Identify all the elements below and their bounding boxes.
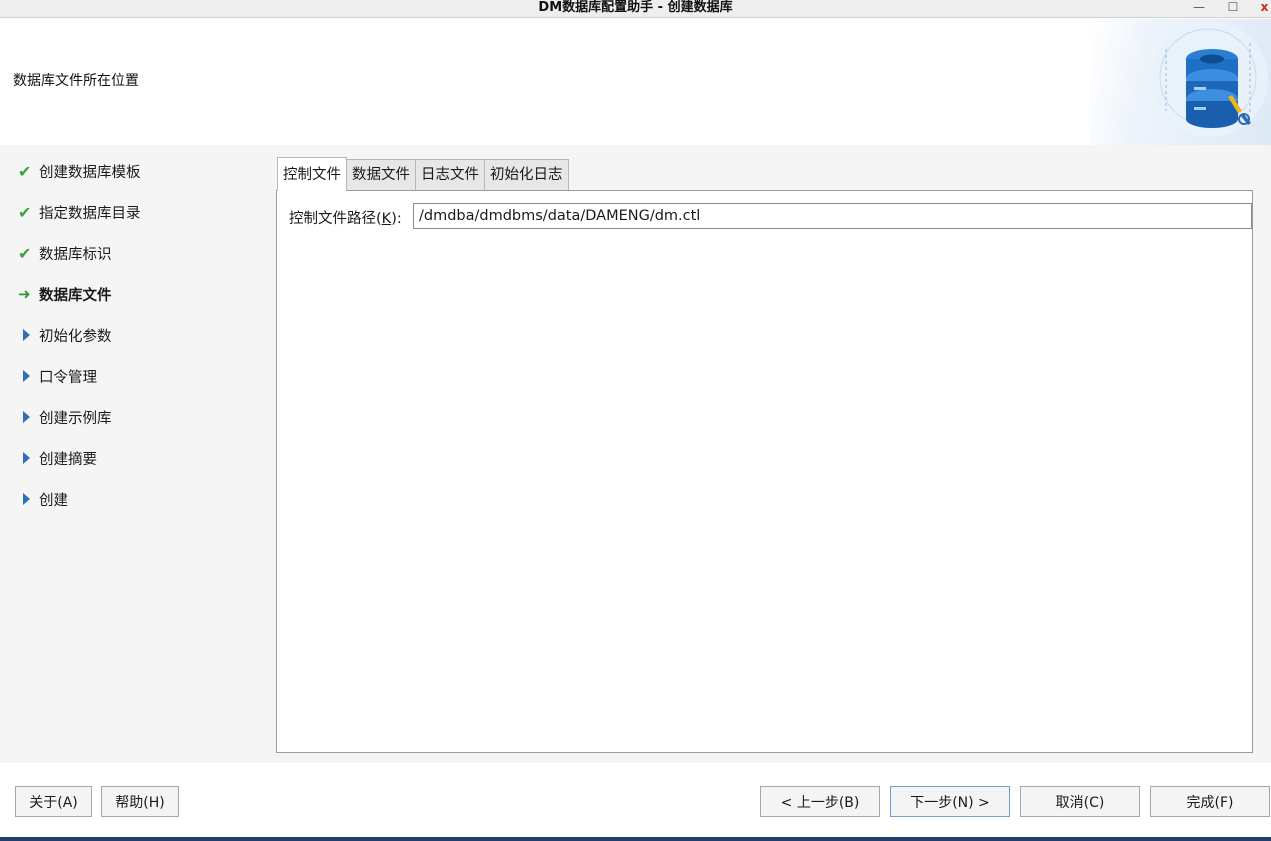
next-button[interactable]: 下一步(N) >	[890, 786, 1010, 817]
step-item-sample-db: 创建示例库	[18, 406, 112, 428]
close-icon[interactable]: x	[1258, 0, 1271, 18]
banner-art	[1090, 19, 1271, 145]
step-item-password: 口令管理	[18, 365, 97, 387]
triangle-right-icon	[18, 408, 38, 426]
main-panel: 控制文件 数据文件 日志文件 初始化日志 控制文件路径(K):	[265, 145, 1271, 763]
step-label: 数据库文件	[39, 287, 112, 304]
step-label: 指定数据库目录	[39, 205, 141, 222]
header-banner: 数据库文件所在位置	[0, 19, 1271, 145]
check-icon: ✔	[18, 202, 32, 222]
triangle-right-icon	[18, 490, 38, 508]
check-icon: ✔	[18, 161, 32, 181]
step-item-summary: 创建摘要	[18, 447, 97, 469]
step-item-specify-directory: ✔ 指定数据库目录	[18, 201, 141, 223]
page-subtitle: 数据库文件所在位置	[13, 73, 139, 89]
control-file-panel: 控制文件路径(K):	[276, 190, 1253, 753]
label-prefix: 控制文件路径(	[289, 211, 382, 227]
taskbar-edge	[0, 837, 1271, 841]
step-item-database-identity: ✔ 数据库标识	[18, 242, 112, 264]
tab-data-file[interactable]: 数据文件	[346, 159, 416, 191]
tab-init-log[interactable]: 初始化日志	[484, 159, 569, 191]
step-item-database-files: ➜ 数据库文件	[18, 283, 112, 305]
step-label: 创建数据库模板	[39, 164, 141, 181]
step-label: 口令管理	[39, 369, 97, 386]
label-mnemonic: K	[381, 211, 392, 227]
step-navigation: ✔ 创建数据库模板 ✔ 指定数据库目录 ✔ 数据库标识 ➜ 数据库文件 初始化参…	[0, 145, 265, 763]
about-button[interactable]: 关于(A)	[15, 786, 92, 817]
back-button[interactable]: < 上一步(B)	[760, 786, 880, 817]
step-label: 创建摘要	[39, 451, 97, 468]
title-bar: DM数据库配置助手 - 创建数据库 — ☐ x	[0, 0, 1271, 18]
control-file-path-input[interactable]	[413, 203, 1252, 229]
cancel-button[interactable]: 取消(C)	[1020, 786, 1140, 817]
database-wrench-icon	[1152, 21, 1268, 137]
file-tabs: 控制文件 数据文件 日志文件 初始化日志	[277, 157, 569, 191]
step-item-create: 创建	[18, 488, 68, 510]
check-icon: ✔	[18, 243, 32, 263]
tab-control-file[interactable]: 控制文件	[277, 157, 347, 191]
step-label: 数据库标识	[39, 246, 112, 263]
arrow-right-icon: ➜	[18, 285, 31, 303]
tab-log-file[interactable]: 日志文件	[415, 159, 485, 191]
step-item-create-template: ✔ 创建数据库模板	[18, 160, 141, 182]
label-suffix: ):	[391, 211, 402, 227]
step-label: 初始化参数	[39, 328, 112, 345]
finish-button[interactable]: 完成(F)	[1150, 786, 1270, 817]
step-label: 创建示例库	[39, 410, 112, 427]
triangle-right-icon	[18, 367, 38, 385]
help-button[interactable]: 帮助(H)	[101, 786, 179, 817]
control-file-path-label: 控制文件路径(K):	[289, 207, 402, 228]
step-label: 创建	[39, 492, 68, 509]
minimize-icon[interactable]: —	[1188, 0, 1210, 18]
triangle-right-icon	[18, 449, 38, 467]
step-item-init-params: 初始化参数	[18, 324, 112, 346]
footer-bar: 关于(A) 帮助(H) < 上一步(B) 下一步(N) > 取消(C) 完成(F…	[0, 763, 1271, 837]
maximize-icon[interactable]: ☐	[1222, 0, 1244, 18]
triangle-right-icon	[18, 326, 38, 344]
window-title: DM数据库配置助手 - 创建数据库	[538, 0, 733, 15]
